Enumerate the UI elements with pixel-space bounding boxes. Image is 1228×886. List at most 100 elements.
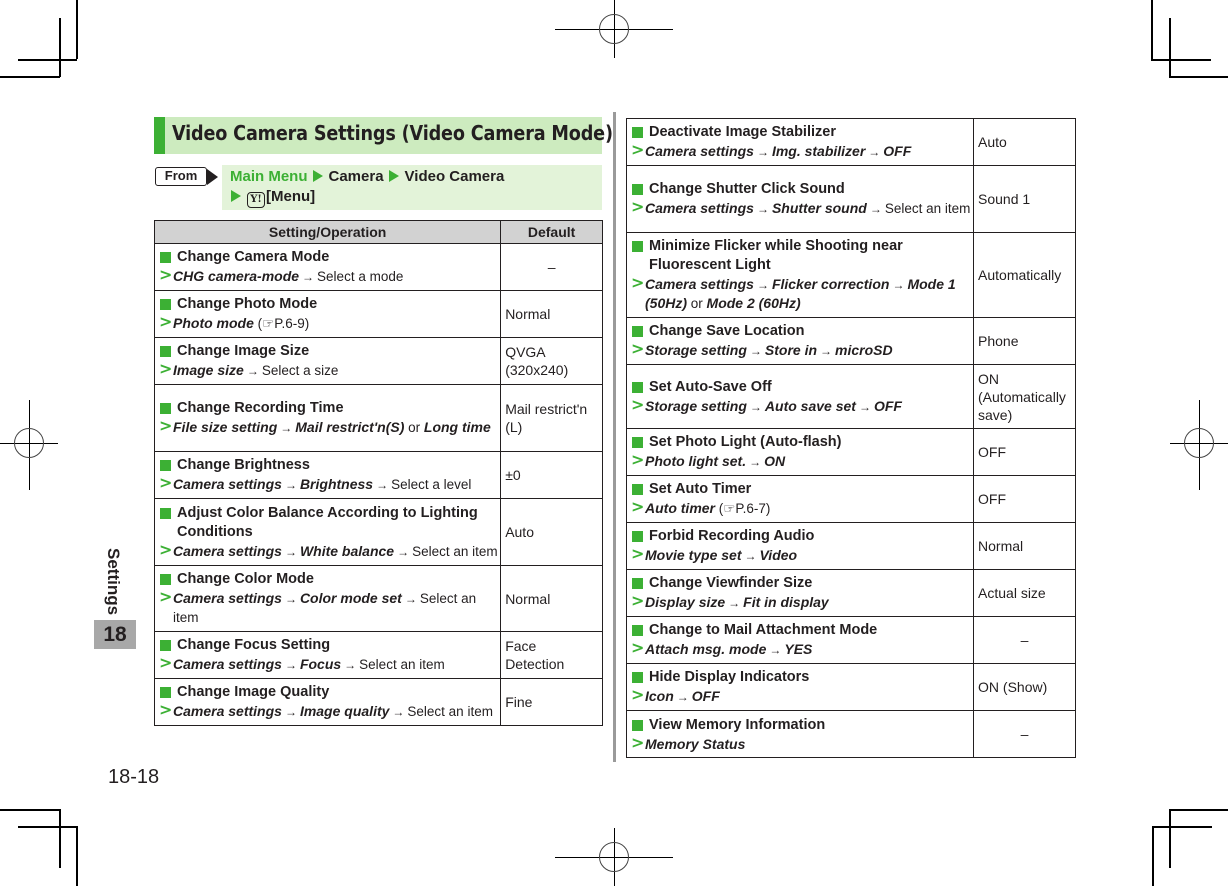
chapter-side-label: Settings [104, 548, 123, 616]
operation-title-text: Set Auto Timer [649, 481, 752, 497]
arrow-right-icon: → [397, 544, 410, 559]
green-square-icon [632, 484, 643, 495]
column-header-operation: Setting/Operation [153, 220, 502, 244]
green-square-icon [632, 531, 643, 542]
operation-title: Change Shutter Click Sound [631, 180, 971, 199]
operation-title-text: Deactivate Image Stabilizer [649, 124, 836, 140]
arrow-right-icon: → [756, 145, 769, 159]
instruction-text: Select an item [884, 201, 971, 216]
operation-title-text: Change Shutter Click Sound [649, 181, 845, 197]
green-square-icon [160, 687, 171, 698]
operation-title: Change Color Mode [159, 570, 498, 589]
operation-path: > Photo mode (☞P.6-9) [159, 313, 498, 333]
menu-item-name: Storage setting [645, 342, 747, 358]
default-value: Normal [500, 290, 603, 338]
default-value: OFF [973, 428, 1076, 476]
menu-item-name: Focus [299, 656, 342, 672]
operation-title: Change Viewfinder Size [631, 574, 971, 593]
green-square-icon [632, 719, 643, 731]
green-square-icon [160, 252, 171, 263]
settings-table-left: Setting/Operation Default Change Camera … [153, 220, 603, 726]
arrow-right-icon: → [756, 202, 769, 216]
green-square-icon [160, 507, 171, 519]
green-square-icon [160, 299, 171, 310]
operation-path: > Icon → OFF [631, 686, 971, 706]
table-row: Hide Display Indicators > Icon → OFF ON (Show… [625, 663, 1076, 711]
step-chevron-icon: > [631, 732, 645, 752]
table-row: Change Photo Mode > Photo mode (☞P.6-9) Nor… [153, 290, 603, 338]
green-square-icon [632, 672, 643, 683]
instruction-text: or [687, 296, 707, 311]
table-row: Adjust Color Balance According to Lighti… [153, 498, 603, 566]
nav-main-menu: Main Menu [230, 168, 308, 185]
operation-path: > Movie type set → Video [631, 545, 971, 565]
operation-cell: Adjust Color Balance According to Lighti… [153, 498, 502, 566]
table-row: Minimize Flicker while Shooting near Flu… [625, 232, 1076, 318]
menu-item-name: microSD [835, 342, 893, 358]
menu-item-name: Store in [764, 342, 818, 358]
operation-cell: Minimize Flicker while Shooting near Flu… [625, 232, 975, 318]
default-value: OFF [973, 475, 1076, 523]
instruction-text: Select a level [391, 477, 472, 492]
instruction-text: or [404, 420, 424, 435]
yahoo-key-icon: Y! [247, 192, 265, 208]
step-chevron-icon: > [159, 473, 173, 492]
operation-title: Change Image Quality [159, 683, 498, 702]
default-value: ±0 [500, 451, 603, 499]
table-row: Set Auto Timer > Auto timer (☞P.6-7) OFF [625, 475, 1076, 523]
operation-title-text: Change Focus Setting [177, 637, 331, 653]
nav-camera: Camera [328, 168, 384, 185]
arrow-right-icon: → [676, 690, 689, 704]
table-row: Change Viewfinder Size > Display size → Fit … [625, 569, 1076, 617]
operation-title: Deactivate Image Stabilizer [631, 123, 971, 142]
operation-cell: Change Camera Mode > CHG camera-mode → Selec… [153, 243, 502, 291]
instruction-text: Select an item [359, 657, 445, 672]
from-arrow-icon [207, 169, 218, 185]
operation-path: > Storage setting → Auto save set → OFF [631, 395, 971, 416]
step-chevron-icon: > [631, 450, 645, 469]
default-value: Phone [973, 317, 1076, 365]
menu-item-name: Photo light set. [645, 453, 747, 469]
table-row: View Memory Information > Memory Status – [625, 710, 1076, 758]
default-value: – [973, 710, 1076, 758]
arrow-right-icon: → [869, 202, 882, 216]
step-chevron-icon: > [631, 591, 645, 610]
menu-item-name: Movie type set [645, 547, 742, 563]
arrow-right-icon: → [749, 455, 762, 469]
operation-path: > Camera settings → White balance → Select an… [159, 540, 498, 561]
operation-title: Hide Display Indicators [631, 668, 971, 687]
operation-title-text: Change Viewfinder Size [649, 575, 813, 591]
default-value: Face Detection [500, 631, 603, 679]
nav-triangle-icon [388, 170, 399, 182]
menu-item-name: Attach msg. mode [645, 641, 767, 657]
menu-item-name: Flicker correction [771, 276, 890, 292]
menu-item-name: Camera settings [173, 590, 282, 606]
menu-item-name: Camera settings [173, 476, 282, 492]
green-square-icon [160, 574, 171, 585]
default-value: Normal [500, 565, 603, 632]
nav-triangle-icon [312, 170, 323, 182]
default-value: ON (Automatically save) [973, 364, 1076, 429]
table-row: Change Save Location > Storage setting → Sto… [625, 317, 1076, 365]
arrow-right-icon: → [769, 643, 782, 657]
green-square-icon [632, 326, 643, 337]
arrow-right-icon: → [749, 399, 762, 414]
menu-item-name: OFF [883, 143, 912, 159]
step-chevron-icon: > [159, 700, 173, 719]
menu-path: Main Menu Camera Video Camera Y! [Menu] [222, 165, 602, 210]
operation-title: Minimize Flicker while Shooting near Flu… [631, 237, 971, 275]
arrow-right-icon: → [284, 544, 297, 559]
arrow-right-icon: → [246, 364, 259, 378]
operation-title-text: Minimize Flicker while Shooting near Flu… [649, 238, 903, 273]
page-title: Video Camera Settings (Video Camera Mode… [172, 121, 613, 145]
green-square-icon [160, 346, 171, 357]
table-row: Change Camera Mode > CHG camera-mode → Selec… [153, 243, 603, 291]
menu-item-name: Img. stabilizer [771, 143, 866, 159]
arrow-right-icon: → [392, 705, 405, 719]
operation-title-text: Change to Mail Attachment Mode [649, 622, 878, 638]
operation-path: > Auto timer (☞P.6-7) [631, 498, 971, 518]
default-value: Normal [973, 522, 1076, 570]
arrow-right-icon: → [284, 658, 297, 672]
default-value: ON (Show) [973, 663, 1076, 711]
operation-cell: Change Brightness > Camera settings → Bright… [153, 451, 502, 499]
